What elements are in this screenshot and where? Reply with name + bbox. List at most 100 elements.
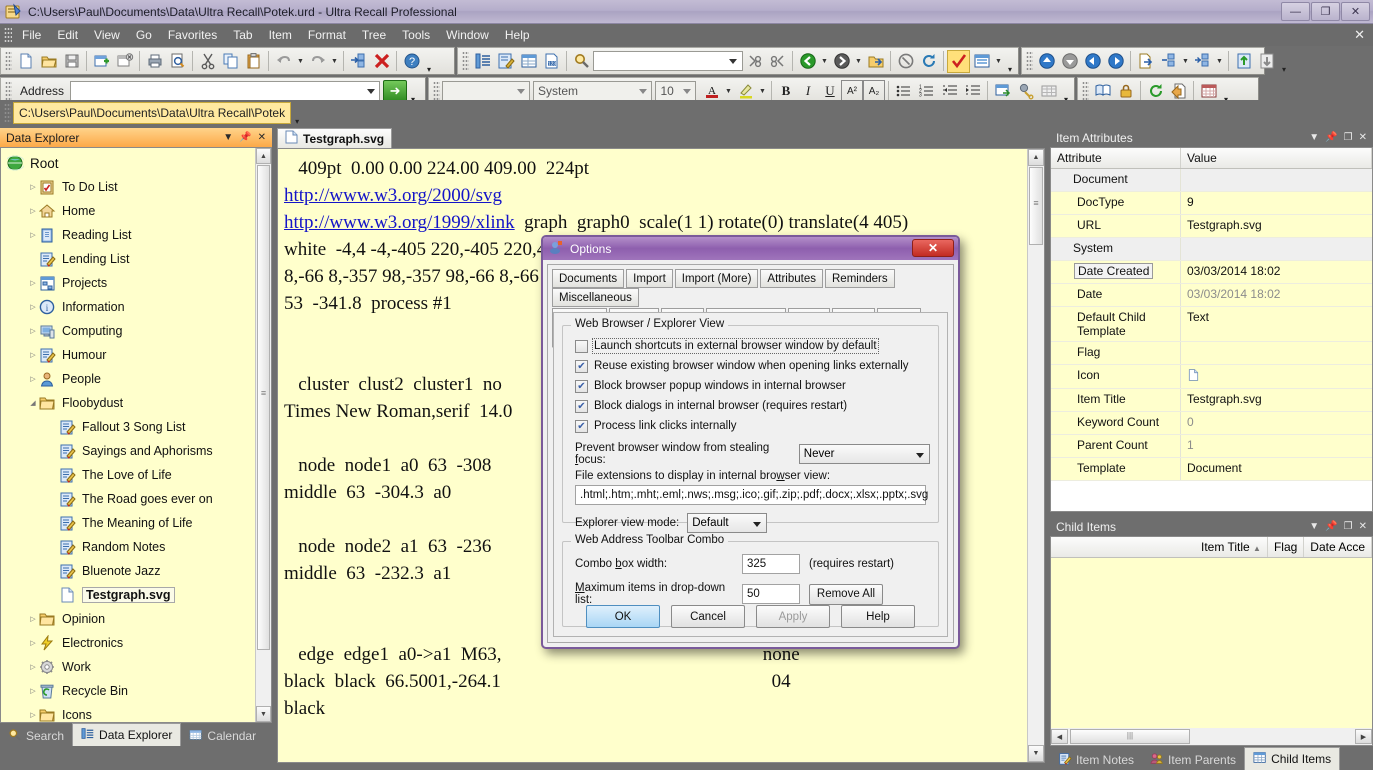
export-icon[interactable]: [1134, 50, 1157, 73]
scroll-up-icon[interactable]: ▲: [1028, 149, 1044, 166]
paste-icon[interactable]: [242, 50, 265, 73]
item-notes-icon[interactable]: [494, 50, 517, 73]
menu-window[interactable]: Window: [438, 25, 497, 45]
child-items-grid[interactable]: Item Title ▲ Flag Date Acce ◀ ▶: [1050, 536, 1373, 746]
stop-icon[interactable]: [894, 50, 917, 73]
left-tab-data-explorer[interactable]: Data Explorer: [72, 723, 182, 746]
attribute-value-cell[interactable]: Text: [1181, 307, 1372, 341]
link-item-icon[interactable]: [347, 50, 370, 73]
toolbar-grip-handle[interactable]: [1026, 51, 1033, 71]
max-items-input[interactable]: 50: [742, 584, 800, 604]
expander-collapsed-icon[interactable]: ▷: [27, 687, 39, 695]
expand-dropdown-icon[interactable]: ▼: [1180, 50, 1191, 73]
chevron-down-icon[interactable]: [916, 453, 924, 458]
redo-icon[interactable]: [306, 50, 329, 73]
toolbar-overflow-icon[interactable]: ▾: [1278, 48, 1290, 74]
demote-icon[interactable]: [1255, 50, 1278, 73]
attribute-value-cell[interactable]: 1: [1181, 435, 1372, 457]
dialog-close-button[interactable]: ✕: [912, 239, 954, 257]
child-items-icon[interactable]: 123: [540, 50, 563, 73]
expander-collapsed-icon[interactable]: ▷: [27, 615, 39, 623]
attribute-value-cell[interactable]: [1181, 169, 1372, 191]
subscript-button[interactable]: A₂: [863, 80, 885, 102]
scroll-down-icon[interactable]: ▼: [1028, 745, 1044, 762]
open-external-icon[interactable]: [864, 50, 887, 73]
menu-view[interactable]: View: [86, 25, 128, 45]
move-up-icon[interactable]: [1035, 50, 1058, 73]
tree-item-testgraph-svg[interactable]: Testgraph.svg: [1, 583, 255, 607]
menu-help[interactable]: Help: [497, 25, 538, 45]
undo-icon[interactable]: [272, 50, 295, 73]
font-size-select[interactable]: 10: [655, 81, 697, 101]
delete-icon[interactable]: [370, 50, 393, 73]
scroll-thumb[interactable]: [257, 165, 270, 650]
print-preview-icon[interactable]: [166, 50, 189, 73]
expander-collapsed-icon[interactable]: ▷: [27, 375, 39, 383]
bold-button[interactable]: B: [775, 80, 797, 102]
panel-menu-icon[interactable]: ▼: [1309, 521, 1319, 532]
checkbox-checked-icon[interactable]: [575, 359, 588, 373]
new-item-icon[interactable]: [90, 50, 113, 73]
expander-collapsed-icon[interactable]: ▷: [27, 663, 39, 671]
remove-all-button[interactable]: Remove All: [809, 583, 883, 605]
attribute-row[interactable]: Flag: [1051, 342, 1372, 365]
combo-box-width-input[interactable]: 325: [742, 554, 800, 574]
column-header-value[interactable]: Value: [1181, 148, 1372, 168]
paragraph-style-select[interactable]: [442, 81, 530, 101]
dialog-tab-import-more[interactable]: Import (More): [674, 269, 759, 288]
chevron-down-icon[interactable]: [516, 89, 525, 94]
expander-collapsed-icon[interactable]: ▷: [27, 279, 39, 287]
expander-collapsed-icon[interactable]: ▷: [27, 231, 39, 239]
attribute-value-cell[interactable]: 9: [1181, 192, 1372, 214]
attribute-row[interactable]: Date 03/03/2014 18:02: [1051, 284, 1372, 307]
panel-menu-icon[interactable]: ▼: [223, 132, 233, 143]
attribute-row[interactable]: URL Testgraph.svg: [1051, 215, 1372, 238]
toolbar-grip-handle[interactable]: [1082, 81, 1089, 101]
close-item-icon[interactable]: [113, 50, 136, 73]
menu-tools[interactable]: Tools: [394, 25, 438, 45]
scroll-up-icon[interactable]: ▲: [256, 148, 271, 164]
chevron-down-icon[interactable]: [639, 89, 648, 94]
menu-grip-handle[interactable]: [4, 27, 12, 43]
help-button[interactable]: Help: [841, 605, 915, 628]
help-icon[interactable]: ?: [400, 50, 423, 73]
explorer-view-mode-select[interactable]: Default: [687, 513, 768, 533]
attribute-row[interactable]: DocType 9: [1051, 192, 1372, 215]
new-file-icon[interactable]: [14, 50, 37, 73]
attribute-value-cell[interactable]: 03/03/2014 18:02: [1181, 261, 1372, 283]
item-attributes-grid[interactable]: Attribute Value Document DocType 9 URL Testg…: [1050, 147, 1373, 512]
dialog-tab-reminders[interactable]: Reminders: [825, 269, 895, 288]
tree-item-root[interactable]: Root: [1, 151, 255, 175]
toolbar-grip-handle[interactable]: [4, 103, 11, 123]
expander-collapsed-icon[interactable]: ▷: [27, 183, 39, 191]
attribute-value-cell[interactable]: 03/03/2014 18:02: [1181, 284, 1372, 306]
checkbox-checked-icon[interactable]: [575, 419, 588, 433]
tree-item-opinion[interactable]: ▷ Opinion: [1, 607, 255, 631]
find-next-icon[interactable]: [766, 50, 789, 73]
checkbox-row[interactable]: Block browser popup windows in internal …: [575, 376, 930, 396]
tree-item-fallout-3-song-list[interactable]: Fallout 3 Song List: [1, 415, 255, 439]
close-icon[interactable]: ✕: [1359, 132, 1367, 143]
promote-icon[interactable]: [1232, 50, 1255, 73]
tree-item-information[interactable]: ▷ i Information: [1, 295, 255, 319]
menu-format[interactable]: Format: [300, 25, 354, 45]
search-input[interactable]: [593, 51, 743, 71]
expander-collapsed-icon[interactable]: ▷: [27, 207, 39, 215]
attribute-row[interactable]: Icon: [1051, 365, 1372, 389]
refresh-icon[interactable]: [917, 50, 940, 73]
expander-expanded-icon[interactable]: ◢: [27, 399, 39, 407]
menu-edit[interactable]: Edit: [49, 25, 86, 45]
right-tab-child-items[interactable]: Child Items: [1244, 747, 1341, 770]
pin-icon[interactable]: 📌: [1325, 132, 1337, 143]
attribute-value-cell[interactable]: 0: [1181, 412, 1372, 434]
xlink-namespace-link[interactable]: http://www.w3.org/1999/xlink: [284, 212, 515, 233]
find-prev-icon[interactable]: [743, 50, 766, 73]
forward-dropdown-icon[interactable]: ▼: [853, 50, 864, 73]
forward-icon[interactable]: [830, 50, 853, 73]
tree-item-humour[interactable]: ▷ Humour: [1, 343, 255, 367]
expander-collapsed-icon[interactable]: ▷: [27, 639, 39, 647]
collapse-dropdown-icon[interactable]: ▼: [1214, 50, 1225, 73]
attribute-value-cell[interactable]: [1181, 365, 1372, 388]
attribute-row[interactable]: Item Title Testgraph.svg: [1051, 389, 1372, 412]
tree-item-home[interactable]: ▷ Home: [1, 199, 255, 223]
